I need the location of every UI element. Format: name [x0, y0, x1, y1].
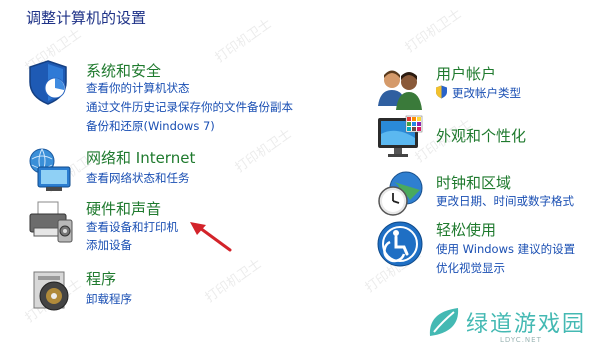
site-logo: 绿道游戏园 LDYC.NET [420, 300, 596, 348]
add-device-link[interactable]: 添加设备 [86, 238, 132, 252]
monitor-icon [378, 115, 423, 157]
user-accounts-title[interactable]: 用户帐户 [436, 63, 496, 84]
users-icon [378, 70, 422, 110]
clock-globe-icon [378, 171, 423, 216]
watermark-text: 打印机卫士 [402, 6, 465, 56]
ease-of-access-icon [377, 221, 423, 267]
ease-access-title[interactable]: 轻松使用 [436, 219, 496, 240]
view-devices-printers-link[interactable]: 查看设备和打印机 [86, 220, 178, 234]
shield-icon [29, 60, 67, 105]
network-icon [29, 148, 71, 191]
view-computer-status-link[interactable]: 查看你的计算机状态 [86, 81, 190, 95]
page-title: 调整计算机的设置 [26, 9, 147, 27]
change-date-time-format-link[interactable]: 更改日期、时间或数字格式 [436, 194, 574, 208]
leaf-logo-icon [429, 308, 459, 336]
logo-subtext: LDYC.NET [500, 336, 542, 344]
uac-shield-icon [436, 85, 447, 99]
watermark-text: 打印机卫士 [202, 256, 265, 306]
system-security-title[interactable]: 系统和安全 [86, 60, 161, 81]
watermark-text: 打印机卫士 [232, 126, 295, 176]
file-history-backup-link[interactable]: 通过文件历史记录保存你的文件备份副本 [86, 100, 293, 114]
printer-icon [29, 201, 73, 243]
use-windows-recommended-settings-link[interactable]: 使用 Windows 建议的设置 [436, 242, 575, 256]
red-arrow-annotation [190, 222, 232, 252]
optimize-visual-display-link[interactable]: 优化视觉显示 [436, 261, 505, 275]
change-account-type-link[interactable]: 更改帐户类型 [452, 86, 521, 100]
network-title[interactable]: 网络和 Internet [86, 147, 195, 168]
clock-region-title[interactable]: 时钟和区域 [436, 172, 511, 193]
appearance-title[interactable]: 外观和个性化 [436, 125, 526, 146]
programs-title[interactable]: 程序 [86, 268, 116, 289]
uninstall-program-link[interactable]: 卸载程序 [86, 292, 132, 306]
programs-icon [33, 271, 69, 311]
watermark-text: 打印机卫士 [212, 16, 275, 66]
logo-text: 绿道游戏园 [466, 312, 587, 337]
hardware-sound-title[interactable]: 硬件和声音 [86, 198, 161, 219]
view-network-status-link[interactable]: 查看网络状态和任务 [86, 171, 190, 185]
backup-restore-link[interactable]: 备份和还原(Windows 7) [86, 119, 215, 133]
